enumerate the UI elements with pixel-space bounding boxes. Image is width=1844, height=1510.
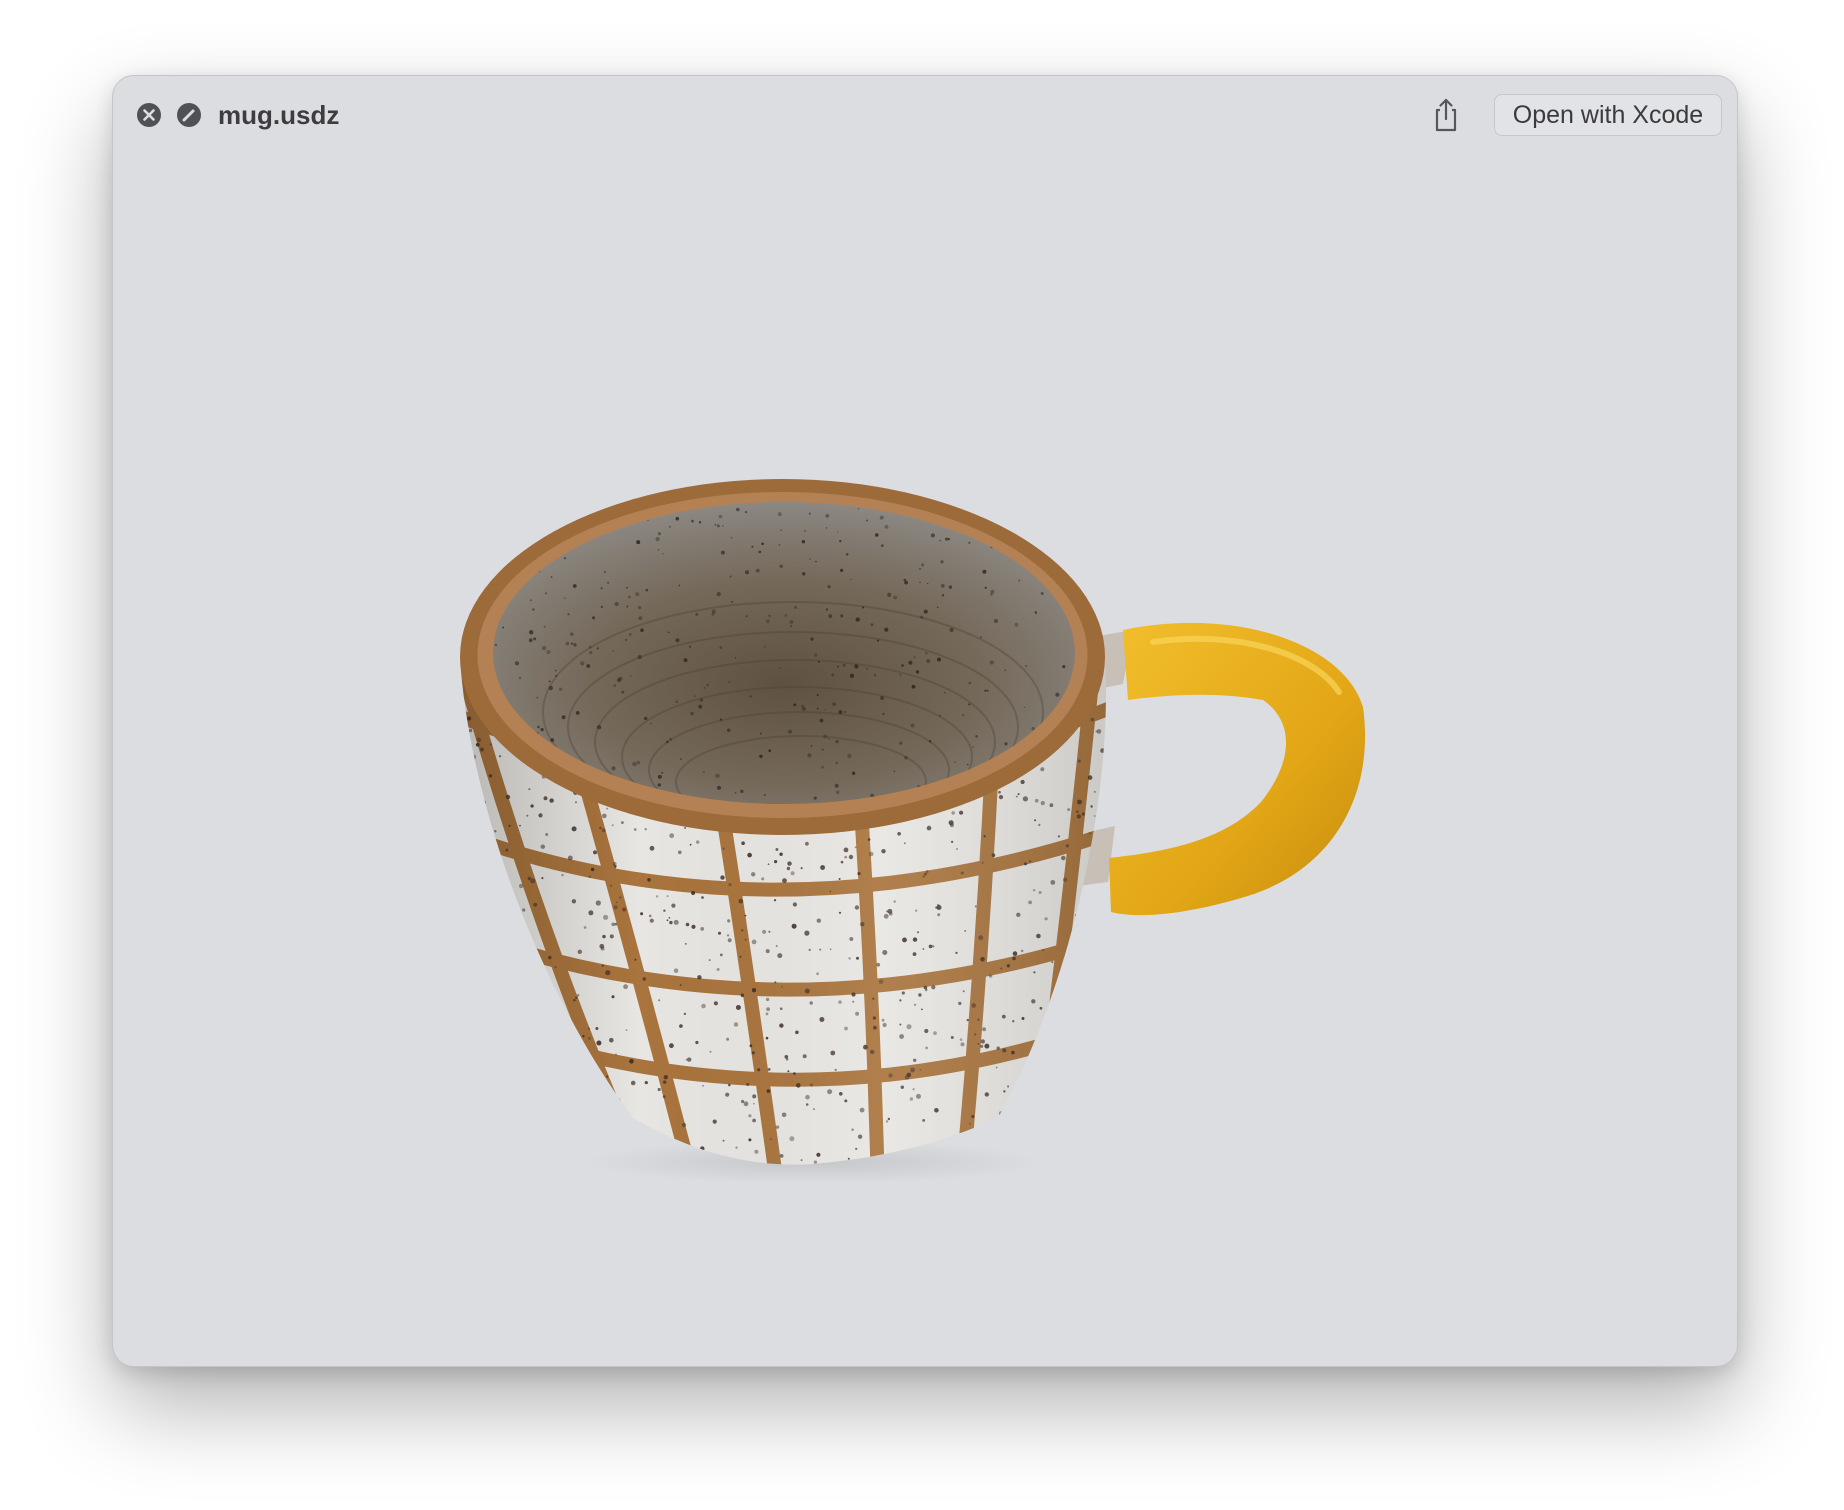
- window-title: mug.usdz: [218, 100, 340, 130]
- 3d-model-viewport[interactable]: [113, 152, 1737, 1366]
- share-icon[interactable]: [1429, 96, 1463, 134]
- mug-model[interactable]: [113, 152, 1738, 1367]
- mug-rim: [460, 479, 1105, 835]
- title-bar: mug.usdz Open with Xcode: [113, 76, 1737, 152]
- quicklook-window: mug.usdz Open with Xcode: [112, 75, 1738, 1367]
- mug-handle: [1078, 622, 1366, 916]
- open-with-xcode-button[interactable]: Open with Xcode: [1494, 94, 1722, 136]
- markup-icon[interactable]: [176, 102, 202, 128]
- close-icon[interactable]: [136, 102, 162, 128]
